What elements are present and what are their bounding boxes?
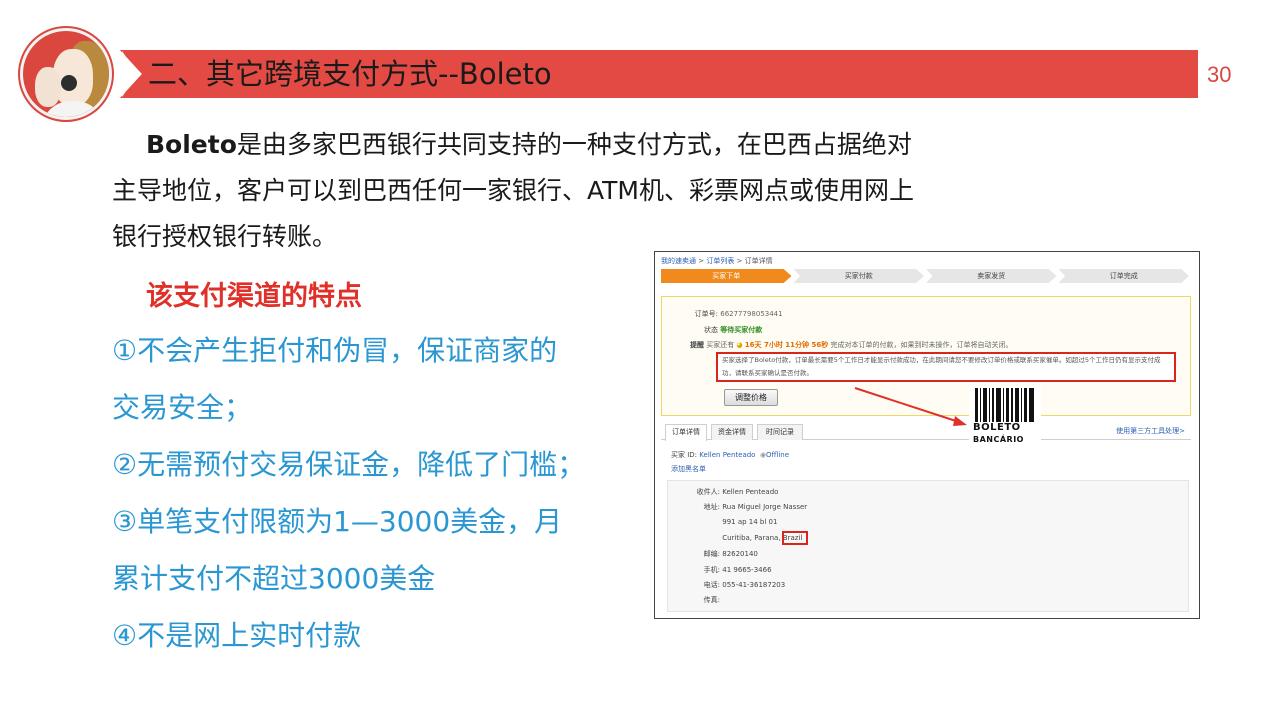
feature-line: ①不会产生拒付和伪冒，保证商家的 [112, 334, 558, 367]
order-detail-screenshot: 我的速卖通 > 订单列表 > 订单详情 买家下单 买家付款 卖家发货 订单完成 … [654, 251, 1200, 619]
status-label: 状态 [704, 326, 718, 334]
address-value: Kellen Penteado [722, 488, 779, 496]
buyer-info: 买家 ID: Kellen Penteado ◉Offline [671, 450, 789, 460]
address-label: 收件人: [696, 488, 720, 496]
add-blacklist-link[interactable]: 添加黑名单 [671, 464, 706, 474]
online-status[interactable]: Offline [766, 451, 789, 459]
adjust-price-button[interactable]: 调整价格 [724, 389, 778, 406]
boleto-notice: 买家选择了Boleto付款，订单最长需要5个工作日才能显示付款成功，在此期间请您… [716, 352, 1176, 382]
notice-line-2: 功，请联系买家确认是否付款。 [722, 369, 813, 377]
step-buyer-pay: 买家付款 [793, 269, 924, 283]
tab-fund-detail[interactable]: 资金详情 [711, 424, 753, 440]
feature-line: ②无需预付交易保证金，降低了门槛； [112, 448, 586, 481]
intro-paragraph: Boleto是由多家巴西银行共同支持的一种支付方式，在巴西占据绝对 主导地位，客… [112, 122, 992, 260]
address-label: 电话: [703, 581, 720, 589]
notice-line-1: 买家选择了Boleto付款，订单最长需要5个工作日才能显示付款成功，在此期间请您… [722, 356, 1161, 364]
page-number: 30 [1207, 62, 1232, 87]
detail-tabs: 订单详情 资金详情 时间记录 使用第三方工具处理> [661, 422, 1191, 441]
country-highlight-box [782, 531, 808, 545]
reminder-label: 提醒 [690, 341, 704, 349]
address-value: Rua Miguel Jorge Nasser [722, 503, 808, 511]
feature-line: ④不是网上实时付款 [112, 619, 362, 652]
order-status-panel: 订单号: 66277798053441 状态 等待买家付款 提醒 买家还有 ◕ … [661, 296, 1191, 416]
intro-line-2: 主导地位，客户可以到巴西任何一家银行、ATM机、彩票网点或使用网上 [112, 176, 915, 205]
features-heading: 该支付渠道的特点 [146, 281, 362, 312]
address-label: 地址: [703, 503, 720, 511]
buyer-label: 买家 ID: [671, 451, 698, 459]
boleto-logo-subtext: BANCÁRIO [973, 435, 1024, 444]
step-buyer-order: 买家下单 [661, 269, 792, 283]
intro-bold-term: Boleto [146, 130, 237, 159]
boleto-logo-text: BOLETO [973, 422, 1021, 433]
address-value: 055-41-36187203 [722, 581, 786, 589]
reminder-suffix: 完成对本订单的付款，如果到时未操作，订单将自动关闭。 [830, 341, 1013, 349]
tab-time-record[interactable]: 时间记录 [757, 424, 803, 440]
page-title: 二、其它跨境支付方式--Boleto [148, 57, 552, 91]
address-label: 邮编: [703, 550, 720, 558]
feature-line: 交易安全； [112, 391, 253, 424]
shipping-address-box: 收件人: Kellen Penteado 地址: Rua Miguel Jorg… [667, 480, 1189, 612]
intro-line-1: 是由多家巴西银行共同支持的一种支付方式，在巴西占据绝对 [236, 130, 912, 159]
address-value: 41 9665-3466 [722, 566, 772, 574]
breadcrumb-item[interactable]: 我的速卖通 [661, 257, 696, 265]
feature-line: ③单笔支付限额为1—3000美金，月 [112, 505, 563, 538]
order-progress-steps: 买家下单 买家付款 卖家发货 订单完成 [661, 269, 1191, 283]
breadcrumb-item: 订单详情 [744, 257, 773, 265]
boleto-logo: BOLETO BANCÁRIO [969, 386, 1041, 448]
order-no-label: 订单号: [694, 310, 718, 318]
barcode-icon [975, 388, 1035, 422]
address-label: 手机: [703, 566, 720, 574]
features-list: ①不会产生拒付和伪冒，保证商家的 交易安全； ②无需预付交易保证金，降低了门槛；… [112, 322, 632, 664]
reminder-prefix: 买家还有 [706, 341, 735, 349]
countdown: 16天 7小时 11分钟 56秒 [744, 341, 829, 349]
feature-line: 累计支付不超过3000美金 [112, 562, 436, 595]
step-order-complete: 订单完成 [1058, 269, 1189, 283]
tab-order-detail[interactable]: 订单详情 [665, 424, 707, 441]
address-value: 991 ap 14 bl 01 [722, 518, 778, 526]
customer-service-avatar-icon [20, 28, 112, 120]
order-no: 66277798053441 [720, 310, 783, 318]
third-party-tool-link[interactable]: 使用第三方工具处理> [1116, 426, 1185, 436]
address-label: 传真: [703, 596, 720, 604]
breadcrumb: 我的速卖通 > 订单列表 > 订单详情 [661, 257, 773, 265]
buyer-name-link[interactable]: Kellen Penteado [699, 451, 755, 459]
step-seller-ship: 卖家发货 [926, 269, 1057, 283]
breadcrumb-item[interactable]: 订单列表 [706, 257, 734, 265]
status-value: 等待买家付款 [720, 326, 763, 334]
address-value: 82620140 [722, 550, 758, 558]
clock-icon: ◕ [736, 341, 743, 349]
